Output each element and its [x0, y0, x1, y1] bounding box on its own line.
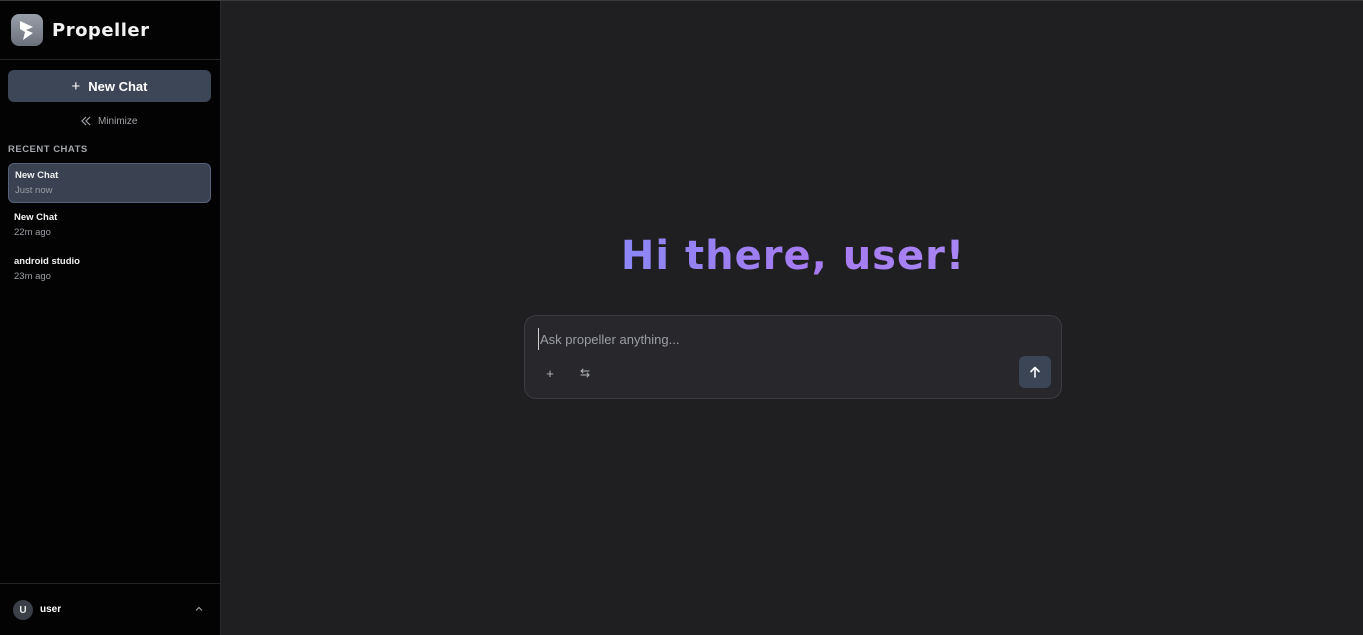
double-chevron-left-icon: [81, 116, 91, 126]
user-menu[interactable]: U user: [0, 583, 220, 635]
chat-time: Just now: [15, 185, 53, 196]
plus-icon: +: [546, 365, 554, 381]
chat-title: android studio: [14, 256, 80, 267]
minimize-label: Minimize: [98, 115, 138, 127]
app-window: Propeller + New Chat Minimize RECENT CHA…: [0, 0, 1363, 635]
plus-icon: +: [71, 77, 81, 95]
chat-title: New Chat: [15, 170, 59, 181]
brand-name: Propeller: [52, 20, 150, 41]
send-button[interactable]: [1019, 356, 1051, 388]
chat-list-item[interactable]: android studio 23m ago: [8, 250, 211, 290]
swap-icon: ⇆: [579, 366, 591, 380]
user-name: user: [40, 604, 62, 615]
greeting-heading: Hi there, user!: [520, 233, 1066, 279]
chat-title: New Chat: [14, 212, 58, 223]
sidebar: Propeller + New Chat Minimize RECENT CHA…: [0, 1, 221, 635]
chat-time: 23m ago: [14, 271, 51, 282]
arrow-up-icon: [1030, 366, 1040, 378]
prompt-input[interactable]: [538, 328, 1038, 350]
tools-button[interactable]: ⇆: [574, 362, 596, 384]
propeller-logo-icon: [11, 14, 43, 46]
avatar: U: [13, 600, 33, 620]
chat-list-item[interactable]: New Chat 22m ago: [8, 206, 211, 246]
brand-header: Propeller: [0, 1, 220, 60]
new-chat-button[interactable]: + New Chat: [8, 70, 211, 102]
chat-list-item[interactable]: New Chat Just now: [8, 163, 211, 203]
chevron-up-icon[interactable]: [193, 603, 205, 615]
new-chat-label: New Chat: [88, 78, 148, 94]
minimize-sidebar-button[interactable]: Minimize: [80, 114, 137, 128]
composer: + ⇆: [524, 315, 1062, 399]
attach-button[interactable]: +: [539, 362, 561, 384]
chat-time: 22m ago: [14, 227, 51, 238]
recent-chats-heading: RECENT CHATS: [8, 144, 88, 155]
